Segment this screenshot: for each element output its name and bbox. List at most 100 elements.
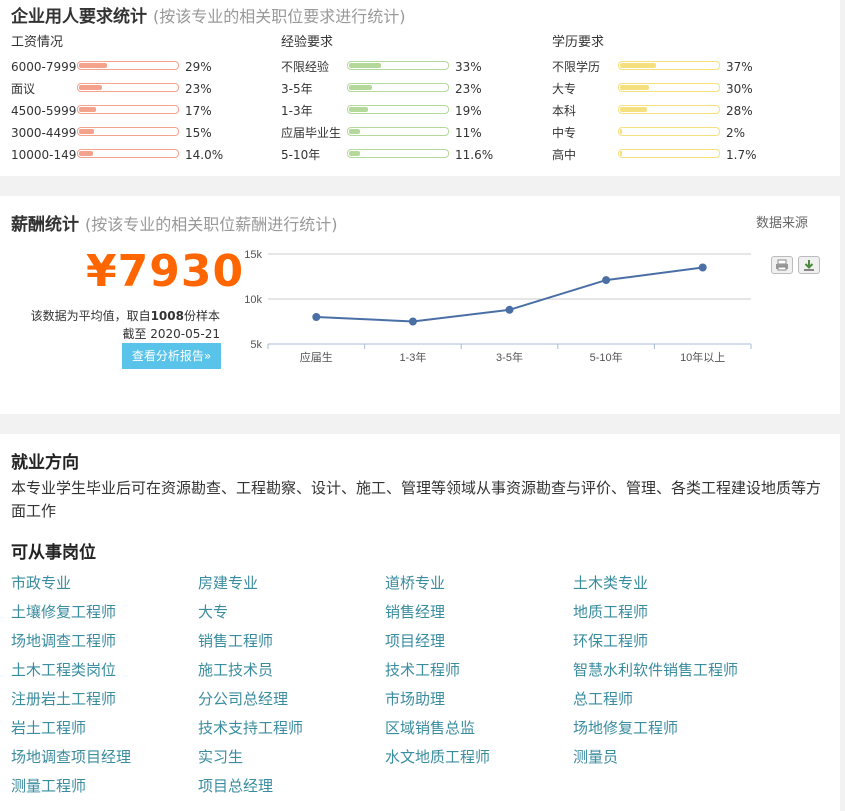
salary-row-label: 4500-5999 — [11, 104, 77, 118]
position-link[interactable]: 土木工程类岗位 — [11, 659, 116, 680]
position-link[interactable]: 测量工程师 — [11, 775, 86, 796]
position-link[interactable]: 销售经理 — [385, 601, 445, 622]
salary-column: 工资情况 6000-7999 29% 面议 23% 4500-5999 17% 3000-4… — [11, 34, 271, 166]
experience-row: 1-3年 19% — [281, 100, 541, 122]
sample-note-suffix: 份样本 — [183, 309, 220, 323]
salary-row: 6000-7999 29% — [11, 56, 271, 78]
experience-row-bar — [347, 149, 449, 158]
employment-title: 就业方向 — [11, 453, 79, 473]
position-link[interactable]: 房建专业 — [198, 572, 258, 593]
salary-row: 3000-4499 15% — [11, 122, 271, 144]
position-link[interactable]: 项目经理 — [385, 630, 445, 651]
position-link[interactable]: 大专 — [198, 601, 228, 622]
print-button[interactable] — [771, 256, 793, 274]
salary-row-percent: 15% — [185, 126, 212, 140]
position-link[interactable]: 地质工程师 — [573, 601, 648, 622]
experience-row-percent: 11.6% — [455, 148, 494, 162]
experience-row-bar-fill — [349, 63, 381, 68]
experience-row: 3-5年 23% — [281, 78, 541, 100]
salary-row-percent: 17% — [185, 104, 212, 118]
position-link[interactable]: 土壤修复工程师 — [11, 601, 116, 622]
position-link[interactable]: 注册岩土工程师 — [11, 688, 116, 709]
chart-data-point — [505, 305, 514, 314]
data-source-link[interactable]: 数据来源 — [756, 212, 808, 231]
position-link[interactable]: 测量员 — [573, 746, 618, 767]
position-link[interactable]: 市场助理 — [385, 688, 445, 709]
education-row: 大专 30% — [552, 78, 812, 100]
position-link[interactable]: 技术工程师 — [385, 659, 460, 680]
experience-row-bar — [347, 83, 449, 92]
salary-row-percent: 14.0% — [185, 148, 224, 162]
experience-row: 5-10年 11.6% — [281, 144, 541, 166]
requirement-stats-subtitle: (按该专业的相关职位要求进行统计) — [153, 7, 406, 26]
experience-row-label: 1-3年 — [281, 104, 313, 118]
position-link[interactable]: 岩土工程师 — [11, 717, 86, 738]
education-row-bar-fill — [620, 129, 622, 134]
experience-row-percent: 19% — [455, 104, 482, 118]
experience-row-percent: 23% — [455, 82, 482, 96]
position-link[interactable]: 技术支持工程师 — [198, 717, 303, 738]
salary-line-chart: 15k 10k 5k 应届生 1-3年 3-5年 5-10年 10年以上 — [244, 249, 752, 364]
education-column: 学历要求 不限学历 37% 大专 30% 本科 28% 中专 2% 高中 1.7% — [552, 34, 812, 166]
education-row-label: 本科 — [552, 104, 577, 118]
position-link[interactable]: 市政专业 — [11, 572, 71, 593]
position-link[interactable]: 智慧水利软件销售工程师 — [573, 659, 738, 680]
position-link[interactable]: 场地修复工程师 — [573, 717, 678, 738]
employment-panel: 就业方向 本专业学生毕业后可在资源勘查、工程勘察、设计、施工、管理等领域从事资源… — [0, 434, 840, 811]
position-link[interactable]: 销售工程师 — [198, 630, 273, 651]
position-link[interactable]: 水文地质工程师 — [385, 746, 490, 767]
experience-row-percent: 11% — [455, 126, 482, 140]
experience-row-bar-fill — [349, 85, 372, 90]
requirement-stats-panel: 企业用人要求统计 (按该专业的相关职位要求进行统计) 工资情况 6000-7999… — [0, 0, 840, 176]
salary-row-bar-fill — [79, 151, 93, 156]
chart-x-tick-label: 10年以上 — [680, 350, 725, 364]
position-link[interactable]: 实习生 — [198, 746, 243, 767]
education-row-percent: 1.7% — [726, 148, 757, 162]
requirement-stats-title: 企业用人要求统计 — [11, 7, 147, 27]
education-row-percent: 37% — [726, 60, 753, 74]
salary-row-bar — [77, 127, 179, 136]
position-link[interactable]: 道桥专业 — [385, 572, 445, 593]
education-column-title: 学历要求 — [552, 35, 605, 50]
salary-stats-subtitle: (按该专业的相关职位薪酬进行统计) — [85, 215, 338, 234]
salary-row: 4500-5999 17% — [11, 100, 271, 122]
chart-y-tick-label: 5k — [250, 339, 262, 351]
chart-x-tick-label: 应届生 — [300, 350, 333, 364]
position-link[interactable]: 场地调查项目经理 — [11, 746, 131, 767]
position-link[interactable]: 项目总经理 — [198, 775, 273, 796]
experience-row-bar-fill — [349, 129, 360, 134]
experience-row-label: 应届毕业生 — [281, 126, 342, 140]
salary-column-title: 工资情况 — [11, 35, 64, 50]
position-link[interactable]: 场地调查工程师 — [11, 630, 116, 651]
salary-stats-panel: 薪酬统计 (按该专业的相关职位薪酬进行统计) 数据来源 ¥7930 该数据为平均值… — [0, 196, 840, 414]
chart-data-point — [698, 263, 707, 272]
salary-stats-title: 薪酬统计 — [11, 215, 79, 235]
salary-row-bar — [77, 105, 179, 114]
salary-row-label: 6000-7999 — [11, 60, 77, 74]
position-link[interactable]: 施工技术员 — [198, 659, 273, 680]
salary-row-bar-fill — [79, 107, 96, 112]
position-link[interactable]: 总工程师 — [573, 688, 633, 709]
position-link[interactable]: 环保工程师 — [573, 630, 648, 651]
education-row: 本科 28% — [552, 100, 812, 122]
positions-title: 可从事岗位 — [11, 543, 96, 563]
position-link[interactable]: 区域销售总监 — [385, 717, 475, 738]
salary-row-label: 面议 — [11, 82, 36, 96]
chart-x-tick-label: 3-5年 — [496, 350, 523, 364]
download-button[interactable] — [798, 256, 820, 274]
education-row-bar-fill — [620, 151, 622, 156]
experience-row-bar — [347, 61, 449, 70]
position-link[interactable]: 土木类专业 — [573, 572, 648, 593]
salary-row-percent: 29% — [185, 60, 212, 74]
position-link[interactable]: 分公司总经理 — [198, 688, 288, 709]
sample-count: 1008 — [150, 309, 184, 323]
experience-row-label: 5-10年 — [281, 148, 321, 162]
education-row-label: 中专 — [552, 126, 577, 140]
education-row-percent: 30% — [726, 82, 753, 96]
education-row: 高中 1.7% — [552, 144, 812, 166]
sample-note: 该数据为平均值，取自1008份样本 — [31, 307, 220, 324]
chart-y-tick-label: 10k — [244, 294, 262, 306]
education-row: 不限学历 37% — [552, 56, 812, 78]
view-report-button[interactable]: 查看分析报告» — [122, 343, 221, 369]
salary-row-percent: 23% — [185, 82, 212, 96]
